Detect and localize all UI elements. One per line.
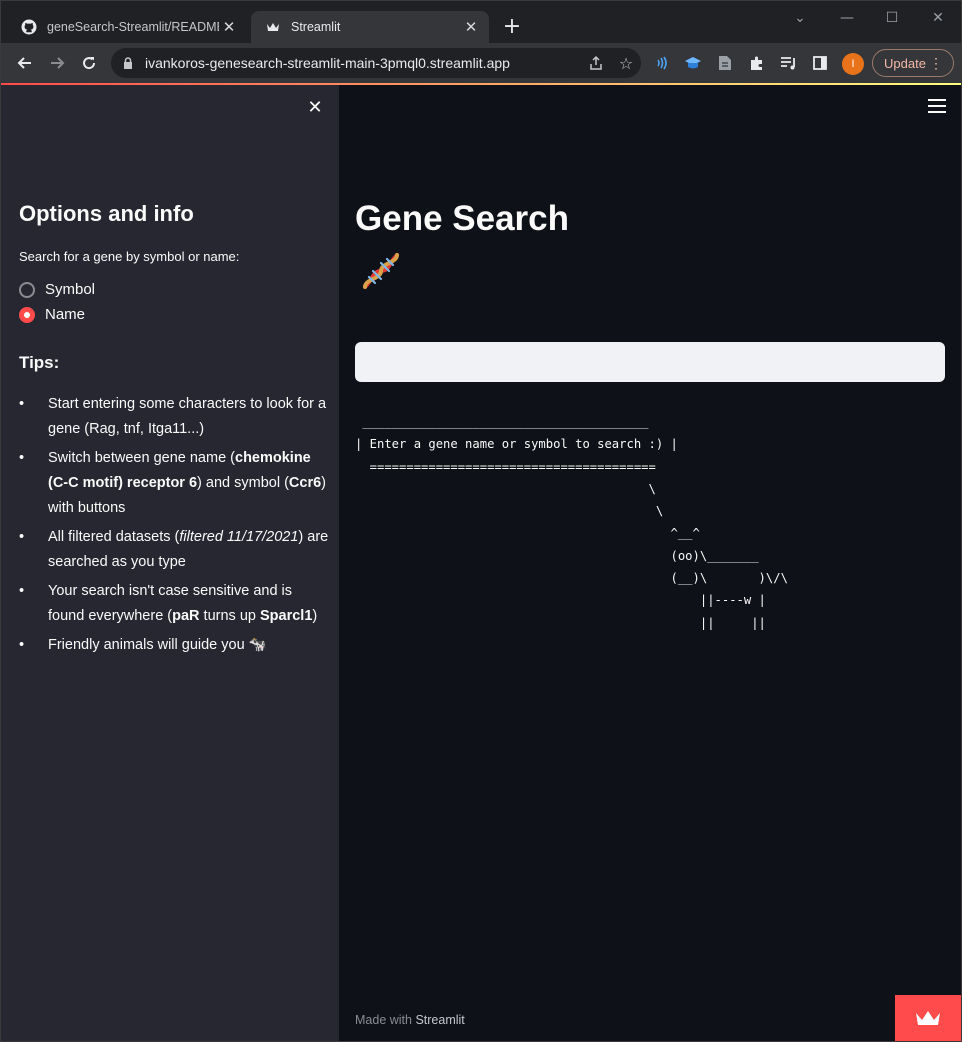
footer-prefix: Made with	[355, 1013, 416, 1027]
search-mode-label: Search for a gene by symbol or name:	[19, 249, 240, 264]
tips-list: Start entering some characters to look f…	[19, 392, 331, 662]
radio-circle-icon[interactable]	[19, 281, 35, 298]
streamlit-crown-icon	[916, 1011, 940, 1025]
footer-streamlit-link[interactable]: Streamlit	[415, 1013, 464, 1027]
reload-icon[interactable]	[77, 51, 101, 75]
tab-title: geneSearch-Streamlit/README.m	[47, 20, 219, 34]
url-text: ivankoros-genesearch-streamlit-main-3pmq…	[145, 55, 510, 71]
extensions-puzzle-icon[interactable]	[747, 53, 767, 73]
lock-icon	[121, 56, 135, 70]
radio-label: Name	[45, 306, 86, 323]
minimize-icon[interactable]: —	[827, 5, 867, 31]
radio-name[interactable]: Name	[19, 306, 85, 323]
close-icon[interactable]: ✕	[461, 17, 481, 37]
side-panel-icon[interactable]	[810, 53, 830, 73]
profile-avatar[interactable]: I	[842, 53, 864, 75]
radio-label: Symbol	[45, 281, 96, 298]
tip-item: Friendly animals will guide you 🐄	[19, 633, 331, 658]
tab-streamlit[interactable]: Streamlit ✕	[251, 11, 489, 43]
update-button[interactable]: Update ⋮	[872, 49, 954, 77]
close-sidebar-icon[interactable]: ✕	[304, 97, 326, 119]
share-icon[interactable]	[581, 55, 611, 71]
forward-icon[interactable]	[45, 51, 69, 75]
media-queue-icon[interactable]	[779, 53, 799, 73]
extension-graduation-icon[interactable]	[683, 53, 703, 73]
more-vertical-icon[interactable]: ⋮	[929, 53, 943, 73]
tips-heading: Tips:	[19, 353, 60, 372]
extension-soundwave-icon[interactable]	[651, 53, 671, 73]
tab-readme[interactable]: geneSearch-Streamlit/README.m ✕	[7, 11, 247, 43]
github-icon	[21, 19, 37, 35]
cow-icon: 🐄	[248, 637, 267, 653]
dna-icon	[359, 249, 403, 293]
sidebar-title: Options and info	[19, 201, 194, 226]
streamlit-crown-icon	[265, 19, 281, 35]
tab-search-icon[interactable]: ⌄	[780, 5, 820, 31]
maximize-icon[interactable]: ☐	[872, 5, 912, 31]
close-icon[interactable]: ✕	[219, 17, 239, 37]
sidebar: ✕ Options and info Search for a gene by …	[1, 85, 339, 1041]
browser-window: geneSearch-Streamlit/README.m ✕ Streamli…	[0, 0, 962, 1042]
tip-item: Switch between gene name (chemokine (C-C…	[19, 446, 331, 521]
window-close-icon[interactable]: ✕	[918, 5, 958, 31]
tip-item: Your search isn't case sensitive and is …	[19, 579, 331, 629]
radio-symbol[interactable]: Symbol	[19, 281, 95, 298]
footer: Made with Streamlit	[355, 1013, 465, 1027]
browser-toolbar: ivankoros-genesearch-streamlit-main-3pmq…	[1, 43, 961, 83]
bookmark-star-icon[interactable]: ☆	[611, 54, 641, 73]
extension-document-icon[interactable]	[715, 53, 735, 73]
address-bar[interactable]: ivankoros-genesearch-streamlit-main-3pmq…	[111, 48, 641, 78]
update-label: Update	[884, 55, 926, 71]
radio-selected-icon[interactable]	[19, 306, 35, 323]
tip-item: All filtered datasets (filtered 11/17/20…	[19, 525, 331, 575]
cowsay-ascii-art: _______________________________________ …	[355, 415, 788, 630]
streamlit-badge-button[interactable]	[895, 995, 961, 1041]
tab-strip: geneSearch-Streamlit/README.m ✕ Streamli…	[1, 1, 961, 43]
gene-search-input[interactable]	[355, 342, 945, 382]
hamburger-menu-icon[interactable]	[928, 99, 946, 113]
main-content: Gene Search ____________________________…	[339, 85, 961, 1041]
tip-item: Start entering some characters to look f…	[19, 392, 331, 442]
back-icon[interactable]	[13, 51, 37, 75]
page-title: Gene Search	[355, 199, 569, 238]
new-tab-button[interactable]: +	[499, 15, 525, 41]
tab-title: Streamlit	[291, 20, 341, 34]
